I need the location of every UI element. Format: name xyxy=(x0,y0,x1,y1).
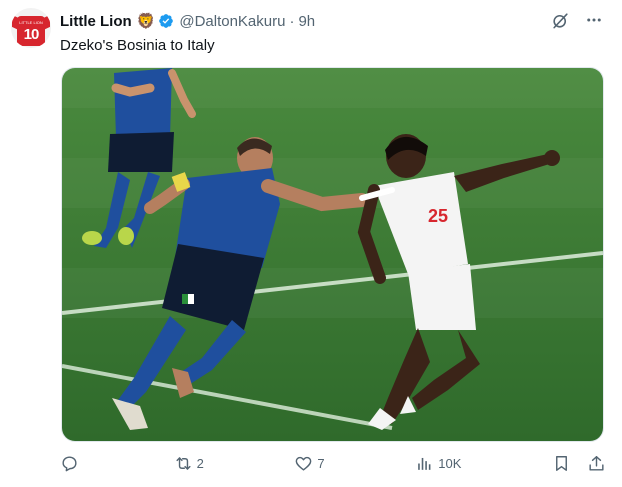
retweet-count: 2 xyxy=(196,455,204,471)
views-button[interactable]: 10K xyxy=(415,454,461,473)
avatar-shirt-number: 10 xyxy=(23,26,40,43)
like-count: 7 xyxy=(317,455,325,471)
reply-button[interactable] xyxy=(60,454,83,473)
share-icon xyxy=(589,455,604,471)
avatar-shirt-text: LITTLE LION xyxy=(19,20,43,25)
england-shirt-number: 25 xyxy=(428,206,448,226)
bookmark-icon xyxy=(556,455,567,471)
tweet-time[interactable]: 9h xyxy=(298,13,315,30)
author-name[interactable]: Little Lion xyxy=(60,13,132,30)
avatar[interactable]: LITTLE LION 10 xyxy=(11,8,51,48)
tweet-action-bar: 2 7 10K xyxy=(60,452,606,474)
more-button[interactable] xyxy=(584,10,604,30)
retweet-icon xyxy=(176,456,191,470)
like-icon xyxy=(296,456,312,471)
right-actions xyxy=(552,454,606,473)
grok-button[interactable] xyxy=(550,10,570,30)
views-count: 10K xyxy=(438,455,462,471)
separator-dot: · xyxy=(289,12,295,30)
verified-badge-icon[interactable] xyxy=(158,13,174,29)
tweet-media[interactable]: 25 xyxy=(61,67,604,442)
bookmark-button[interactable] xyxy=(552,454,571,473)
retweet-button[interactable]: 2 xyxy=(174,454,204,473)
tweet-top-actions xyxy=(550,10,604,30)
tweet-text: Dzeko's Bosinia to Italy xyxy=(60,37,215,54)
reply-icon xyxy=(62,455,77,471)
author-handle[interactable]: @DaltonKakuru xyxy=(179,13,285,30)
like-button[interactable]: 7 xyxy=(294,454,325,473)
football-photo: 25 xyxy=(62,68,603,441)
tweet-header: Little Lion 🦁 @DaltonKakuru · 9h xyxy=(60,11,315,31)
grok-icon xyxy=(552,12,568,28)
more-icon xyxy=(587,18,601,22)
views-icon xyxy=(418,457,431,470)
lion-emoji-icon: 🦁 xyxy=(136,13,156,30)
share-button[interactable] xyxy=(587,454,606,473)
